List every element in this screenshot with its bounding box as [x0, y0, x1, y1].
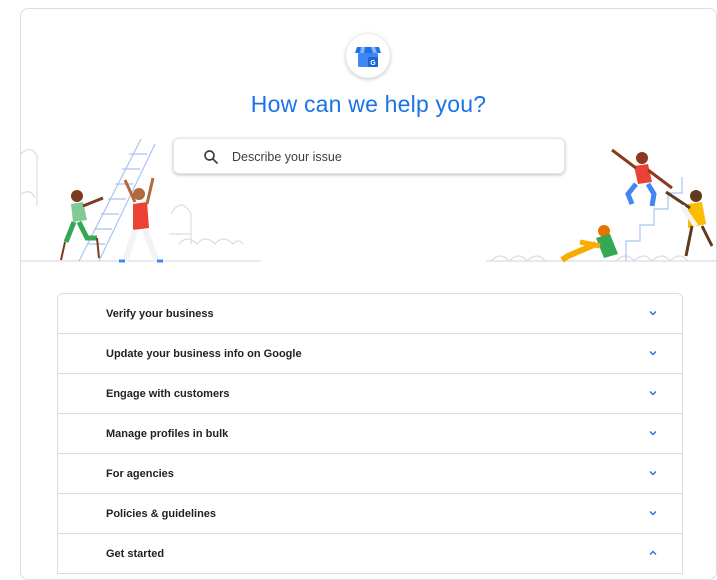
- chevron-down-icon[interactable]: [648, 348, 658, 358]
- search-input[interactable]: [230, 145, 534, 169]
- search-icon: [204, 150, 218, 164]
- accordion-item-label: Manage profiles in bulk: [106, 428, 229, 440]
- accordion-item-update-business-info[interactable]: Update your business info on Google: [58, 334, 682, 374]
- chevron-down-icon[interactable]: [648, 388, 658, 398]
- help-center-card: G How can we help you? Describe your iss…: [20, 8, 717, 580]
- accordion-item-verify-business[interactable]: Verify your business: [58, 294, 682, 334]
- accordion-item-label: Update your business info on Google: [106, 348, 302, 360]
- accordion-item-label: Policies & guidelines: [106, 508, 217, 520]
- accordion-item-label: Engage with customers: [106, 388, 230, 400]
- accordion-item-for-agencies[interactable]: For agencies: [58, 454, 682, 494]
- chevron-down-icon[interactable]: [648, 468, 658, 478]
- topics-accordion: Verify your business Update your busines…: [57, 293, 683, 574]
- store-icon: G: [355, 47, 381, 67]
- accordion-item-label: Get started: [106, 548, 165, 560]
- accordion-item-engage-customers[interactable]: Engage with customers: [58, 374, 682, 414]
- accordion-item-policies-guidelines[interactable]: Policies & guidelines: [58, 494, 682, 534]
- google-business-logo: G: [346, 34, 390, 78]
- chevron-down-icon[interactable]: [648, 308, 658, 318]
- accordion-item-label: For agencies: [106, 468, 174, 480]
- chevron-down-icon[interactable]: [648, 508, 658, 518]
- search-box[interactable]: [173, 138, 565, 174]
- page-title: How can we help you?: [250, 91, 487, 117]
- accordion-item-manage-profiles-bulk[interactable]: Manage profiles in bulk: [58, 414, 682, 454]
- accordion-item-label: Verify your business: [106, 308, 214, 320]
- chevron-down-icon[interactable]: [648, 428, 658, 438]
- chevron-up-icon[interactable]: [648, 548, 658, 558]
- accordion-item-get-started[interactable]: Get started: [58, 534, 682, 574]
- logo-letter: G: [370, 60, 376, 67]
